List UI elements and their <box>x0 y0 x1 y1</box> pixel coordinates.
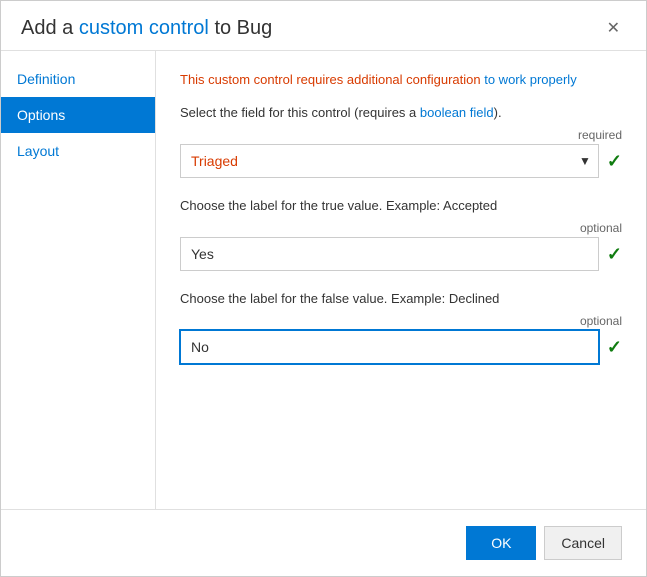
ok-button[interactable]: OK <box>466 526 536 560</box>
dialog-title: Add a custom control to Bug <box>21 17 272 40</box>
field-select-label: Select the field for this control (requi… <box>180 105 622 120</box>
false-value-input[interactable] <box>180 330 599 364</box>
true-value-input-wrapper <box>180 237 599 271</box>
false-label-description: Choose the label for the false value. Ex… <box>180 291 622 306</box>
dialog-body: Definition Options Layout This custom co… <box>1 51 646 509</box>
true-label-section: Choose the label for the true value. Exa… <box>180 198 622 271</box>
field-select-check-icon: ✓ <box>607 151 622 172</box>
false-value-row: ✓ <box>180 330 622 364</box>
dialog-header: Add a custom control to Bug ✕ <box>1 1 646 51</box>
main-content: This custom control requires additional … <box>156 51 646 509</box>
field-select[interactable]: Triaged <box>180 144 599 178</box>
optional-label-1: optional <box>180 221 622 235</box>
field-select-section: Select the field for this control (requi… <box>180 105 622 178</box>
true-value-input[interactable] <box>180 237 599 271</box>
sidebar-item-layout[interactable]: Layout <box>1 133 155 169</box>
true-value-check-icon: ✓ <box>607 244 622 265</box>
true-label-description: Choose the label for the true value. Exa… <box>180 198 622 213</box>
false-value-check-icon: ✓ <box>607 337 622 358</box>
false-label-section: Choose the label for the false value. Ex… <box>180 291 622 364</box>
sidebar: Definition Options Layout <box>1 51 156 509</box>
sidebar-item-definition[interactable]: Definition <box>1 61 155 97</box>
true-value-row: ✓ <box>180 237 622 271</box>
false-value-input-wrapper <box>180 330 599 364</box>
field-select-wrapper: Triaged ▼ <box>180 144 599 178</box>
optional-label-2: optional <box>180 314 622 328</box>
required-label: required <box>180 128 622 142</box>
close-button[interactable]: ✕ <box>601 19 626 39</box>
sidebar-item-options[interactable]: Options <box>1 97 155 133</box>
field-select-row: Triaged ▼ ✓ <box>180 144 622 178</box>
info-text: This custom control requires additional … <box>180 71 622 89</box>
dialog: Add a custom control to Bug ✕ Definition… <box>0 0 647 577</box>
dialog-footer: OK Cancel <box>1 509 646 576</box>
cancel-button[interactable]: Cancel <box>544 526 622 560</box>
